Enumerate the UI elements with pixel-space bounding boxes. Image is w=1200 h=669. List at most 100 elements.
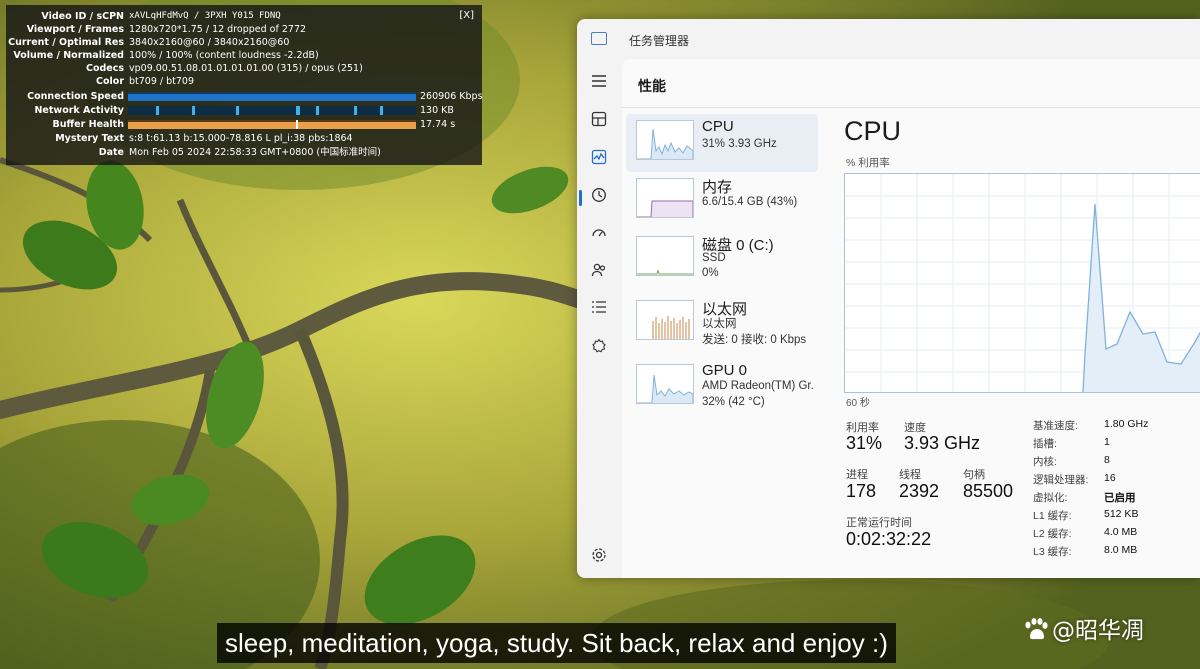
paw-logo-icon <box>1025 618 1048 640</box>
stats-row-connection-speed: Connection Speed 260906 Kbps <box>6 90 482 103</box>
stats-label: Connection Speed <box>27 91 124 102</box>
threads-label: 线程 <box>899 469 921 481</box>
stats-label: Color <box>96 76 124 87</box>
resource-item-ethernet[interactable]: 以太网 以太网 发送: 0 接收: 0 Kbps <box>626 294 818 352</box>
gpu-mini-graph <box>636 364 694 404</box>
resource-detail: 发送: 0 接收: 0 Kbps <box>702 334 807 346</box>
spec-value-sockets: 1 <box>1104 436 1110 448</box>
settings-icon[interactable] <box>585 541 613 569</box>
spec-label-l2-cache: L2 缓存: <box>1033 528 1072 540</box>
stats-value: bt709 / bt709 <box>129 76 195 87</box>
stats-value: xAVLqHFdMvQ / 3PXH Y015 FDNQ <box>129 11 281 21</box>
stats-value: 100% / 100% (content loudness -2.2dB) <box>129 50 319 61</box>
spec-value-base-speed: 1.80 GHz <box>1104 418 1149 430</box>
stats-value: vp09.00.51.08.01.01.01.01.00 (315) / opu… <box>129 63 363 74</box>
task-manager-app-icon <box>591 32 607 45</box>
stats-row-date: Date Mon Feb 05 2024 22:58:33 GMT+0800 (… <box>6 146 482 159</box>
stats-value: 3840x2160@60 / 3840x2160@60 <box>129 37 290 48</box>
nav-active-indicator <box>579 190 582 206</box>
stats-value: 1280x720*1.75 / 12 dropped of 2772 <box>129 24 307 35</box>
spec-label-logical-processors: 逻辑处理器: <box>1033 474 1089 486</box>
stats-label: Mystery Text <box>55 133 124 144</box>
users-icon[interactable] <box>585 256 613 284</box>
uptime-value: 0:02:32:22 <box>846 529 932 549</box>
watermark-text: @昭华凋 <box>1052 618 1144 644</box>
spec-value-virtualization: 已启用 <box>1104 492 1136 504</box>
stats-row-video-id: Video ID / sCPN xAVLqHFdMvQ / 3PXH Y015 … <box>6 10 482 23</box>
ethernet-mini-graph <box>636 300 694 340</box>
disk-mini-graph <box>636 236 694 276</box>
resource-detail: 6.6/15.4 GB (43%) <box>702 196 798 208</box>
stats-label: Buffer Health <box>52 119 124 130</box>
memory-mini-graph <box>636 178 694 218</box>
spec-label-base-speed: 基准速度: <box>1033 420 1078 432</box>
performance-icon[interactable] <box>585 143 613 171</box>
sidebar-nav <box>577 59 621 578</box>
resource-item-gpu[interactable]: GPU 0 AMD Radeon(TM) Gr. 32% (42 °C) <box>626 358 818 416</box>
speed-value: 3.93 GHz <box>904 433 981 453</box>
resource-detail: 0% <box>702 267 719 279</box>
title-bar[interactable]: 任务管理器 <box>577 19 1200 59</box>
stats-value: 260906 Kbps <box>420 91 483 102</box>
menu-icon[interactable] <box>585 68 613 96</box>
spec-label-virtualization: 虚拟化: <box>1033 492 1068 504</box>
handles-label: 句柄 <box>963 469 985 481</box>
divider <box>622 107 1200 108</box>
resource-item-cpu[interactable]: CPU 31% 3.93 GHz <box>626 114 818 172</box>
stats-row-mystery-text: Mystery Text s:8 t:61.13 b:15.000-78.816… <box>6 132 482 145</box>
stats-for-nerds-panel: [X] Video ID / sCPN xAVLqHFdMvQ / 3PXH Y… <box>6 5 483 165</box>
services-icon[interactable] <box>585 332 613 360</box>
spec-value-l3-cache: 8.0 MB <box>1104 544 1138 556</box>
video-subtitle: sleep, meditation, yoga, study. Sit back… <box>217 623 896 663</box>
utilization-value: 31% <box>846 433 883 453</box>
stats-label: Video ID / sCPN <box>41 11 124 22</box>
stats-label: Current / Optimal Res <box>8 37 124 48</box>
threads-value: 2392 <box>899 481 940 501</box>
network-activity-graph <box>128 106 416 115</box>
page-title: 性能 <box>638 78 666 94</box>
stats-row-resolution: Current / Optimal Res 3840x2160@60 / 384… <box>6 36 482 49</box>
stats-label: Volume / Normalized <box>13 50 124 61</box>
processes-icon[interactable] <box>585 105 613 133</box>
connection-speed-graph <box>128 92 416 101</box>
stats-label: Viewport / Frames <box>26 24 124 35</box>
time-window-label: 60 秒 <box>846 398 870 409</box>
stats-value: 130 KB <box>420 105 454 116</box>
resource-item-disk[interactable]: 磁盘 0 (C:) SSD 0% <box>626 230 818 288</box>
stats-value: Mon Feb 05 2024 22:58:33 GMT+0800 (中国标准时… <box>129 147 381 158</box>
window-title: 任务管理器 <box>629 34 690 48</box>
spec-value-l1-cache: 512 KB <box>1104 508 1139 520</box>
cpu-utilization-graph <box>844 173 1200 393</box>
spec-label-l1-cache: L1 缓存: <box>1033 510 1072 522</box>
app-history-icon[interactable] <box>585 181 613 209</box>
stats-row-viewport: Viewport / Frames 1280x720*1.75 / 12 dro… <box>6 23 482 36</box>
stats-row-codecs: Codecs vp09.00.51.08.01.01.01.01.00 (315… <box>6 62 482 75</box>
spec-label-sockets: 插槽: <box>1033 438 1057 450</box>
spec-label-l3-cache: L3 缓存: <box>1033 546 1072 558</box>
stats-label: Codecs <box>85 63 124 74</box>
stats-label: Network Activity <box>34 105 124 116</box>
resource-detail: 以太网 <box>702 318 737 330</box>
stats-row-color: Color bt709 / bt709 <box>6 75 482 88</box>
spec-value-cores: 8 <box>1104 454 1110 466</box>
buffer-health-graph <box>128 120 416 129</box>
uptime-label: 正常运行时间 <box>846 517 912 529</box>
processes-value: 178 <box>846 481 877 501</box>
resource-detail: 32% (42 °C) <box>702 396 765 408</box>
stats-label: Date <box>98 147 124 158</box>
cpu-mini-graph <box>636 120 694 160</box>
resource-name: CPU <box>702 118 734 135</box>
processes-label: 进程 <box>846 469 868 481</box>
resource-detail: 31% 3.93 GHz <box>702 138 777 150</box>
stats-row-volume: Volume / Normalized 100% / 100% (content… <box>6 49 482 62</box>
resource-detail: SSD <box>702 252 726 264</box>
spec-label-cores: 内核: <box>1033 456 1057 468</box>
utilization-axis-label: % 利用率 <box>846 157 890 169</box>
details-icon[interactable] <box>585 294 613 322</box>
resource-item-memory[interactable]: 内存 6.6/15.4 GB (43%) <box>626 172 818 230</box>
performance-page: 性能 CPU 31% 3.93 GHz 内存 6.6/15.4 GB (43%)… <box>622 59 1200 578</box>
resource-name: 内存 <box>702 179 733 196</box>
spec-value-l2-cache: 4.0 MB <box>1104 526 1138 538</box>
startup-icon[interactable] <box>585 219 613 247</box>
handles-value: 85500 <box>963 481 1014 501</box>
